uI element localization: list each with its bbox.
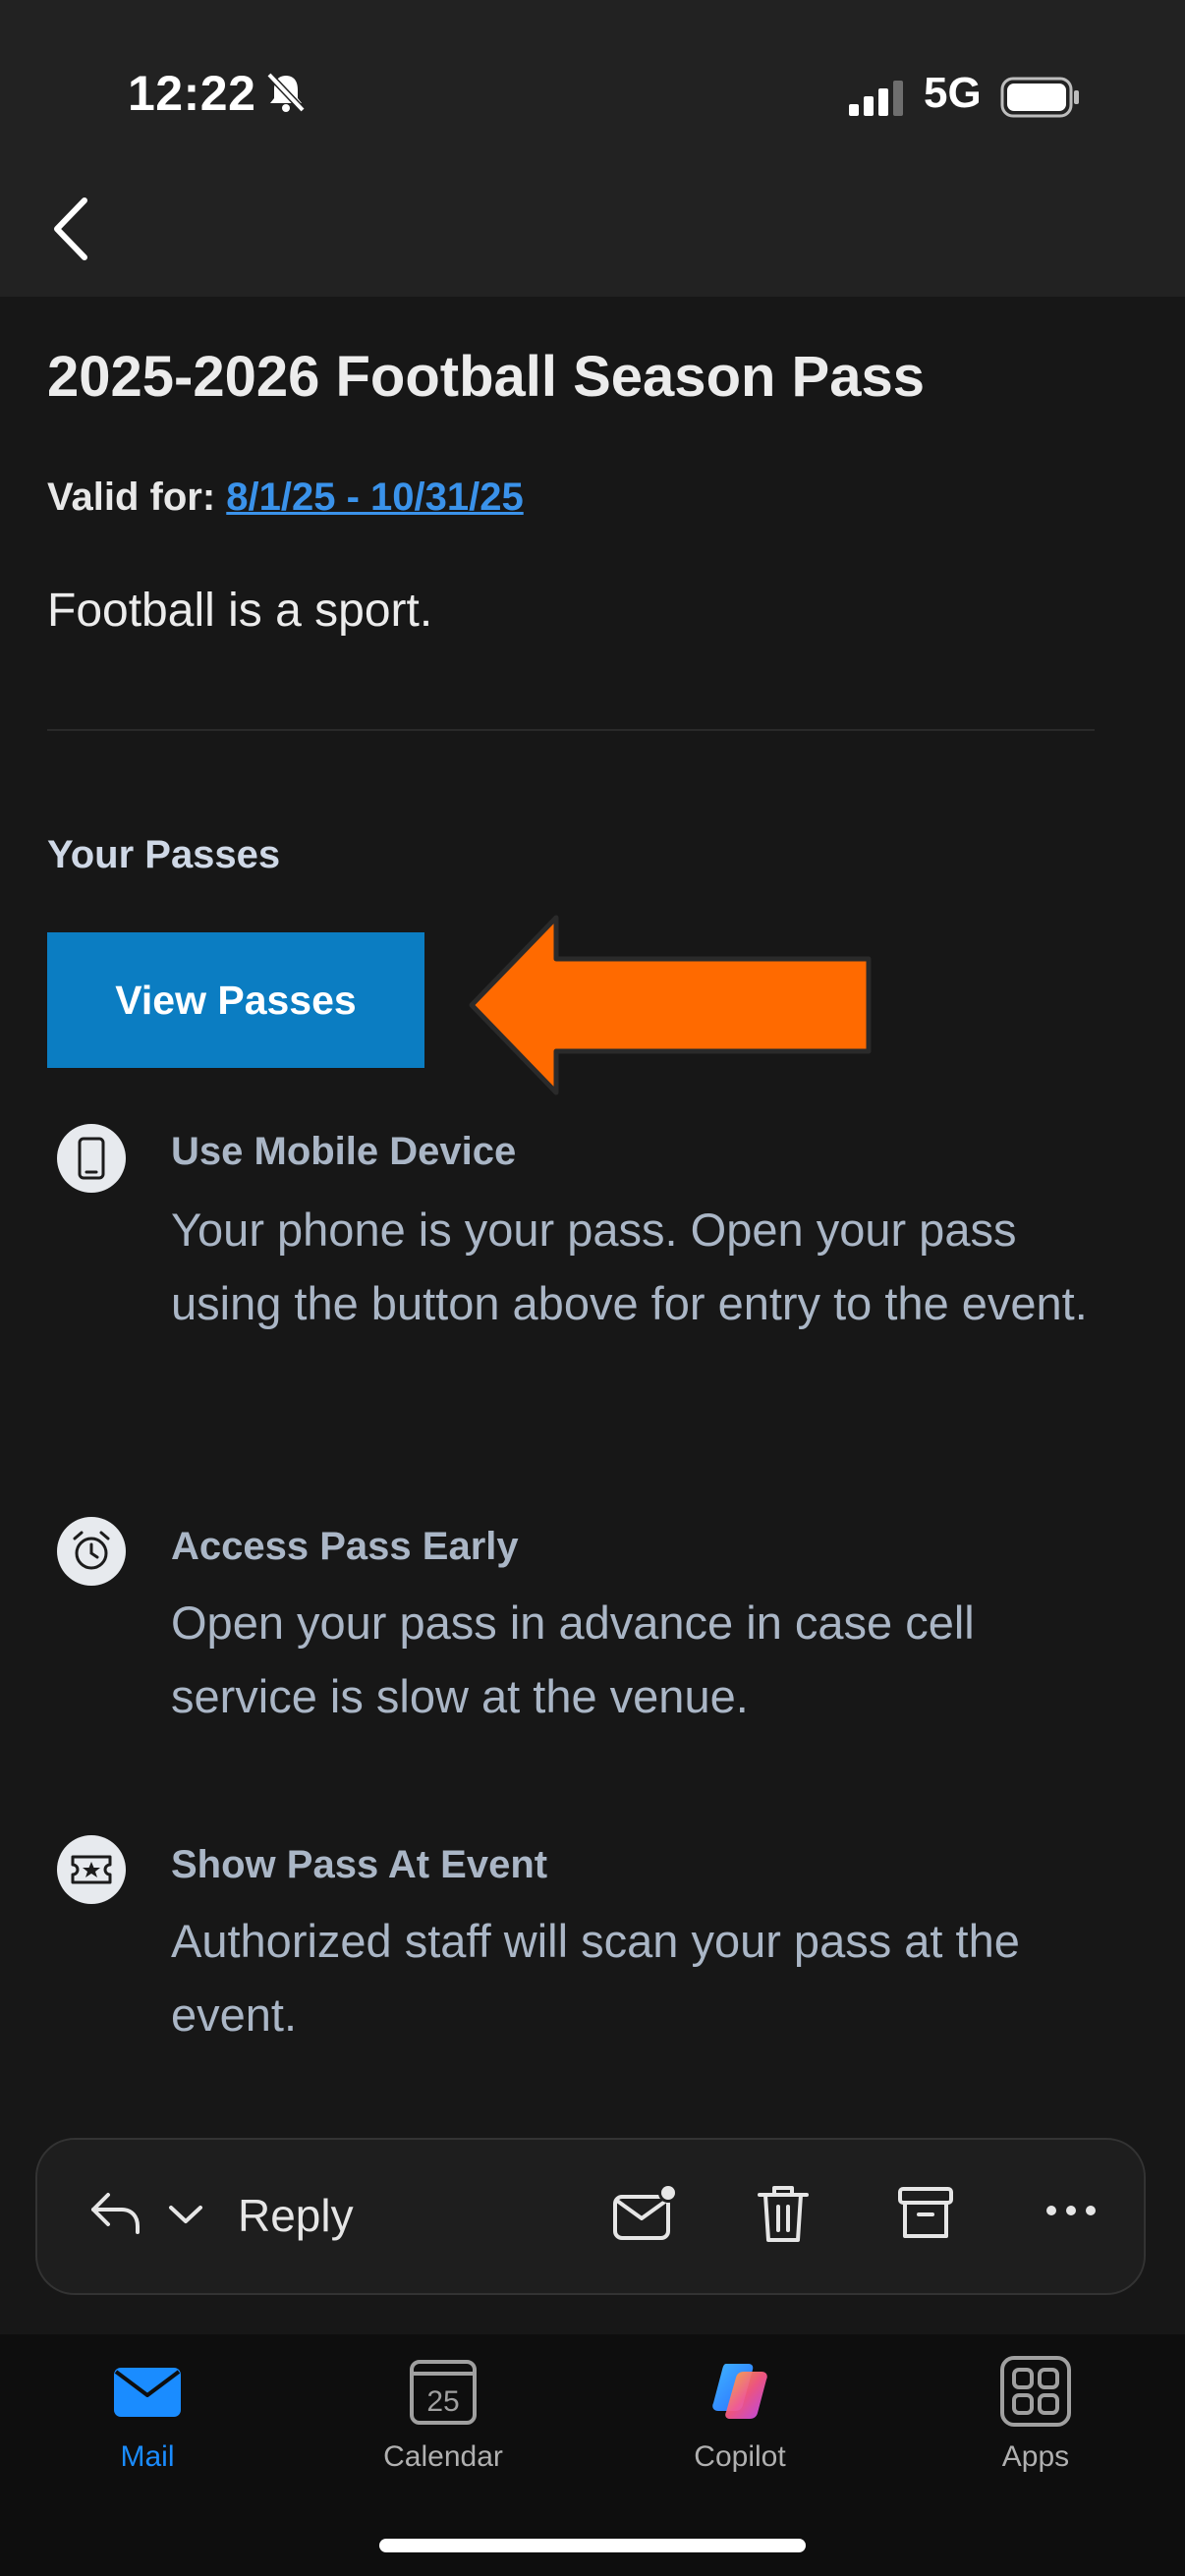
copilot-icon	[712, 2364, 767, 2419]
tab-label: Mail	[120, 2440, 175, 2473]
tab-label: Copilot	[694, 2440, 786, 2473]
tab-label: Calendar	[383, 2440, 503, 2473]
email-title: 2025-2026 Football Season Pass	[47, 345, 925, 409]
mail-icon	[114, 2368, 181, 2417]
header	[0, 0, 1185, 297]
item-body: Open your pass in advance in case cell s…	[171, 1596, 975, 1722]
calendar-date: 25	[426, 2385, 459, 2418]
battery-icon	[1000, 77, 1079, 118]
tab-copilot[interactable]: Copilot	[592, 2334, 887, 2521]
section-title: Your Passes	[47, 833, 281, 876]
tab-mail[interactable]: Mail	[0, 2334, 295, 2521]
reply-button[interactable]: Reply	[238, 2189, 354, 2242]
orange-arrow-icon	[469, 915, 872, 1095]
chevron-down-icon[interactable]	[167, 2203, 204, 2226]
item-heading: Use Mobile Device	[171, 1130, 517, 1173]
valid-label: Valid for:	[47, 476, 216, 519]
alarm-clock-icon	[57, 1517, 126, 1586]
item-body: Authorized staff will scan your pass at …	[171, 1915, 1020, 2041]
home-indicator[interactable]	[379, 2539, 806, 2552]
ticket-icon	[57, 1835, 126, 1904]
more-icon[interactable]	[1044, 2201, 1099, 2220]
tab-calendar[interactable]: 25 Calendar	[296, 2334, 591, 2521]
item-heading: Access Pass Early	[171, 1525, 519, 1568]
archive-icon[interactable]	[896, 2183, 955, 2244]
status-time: 12:22	[128, 66, 256, 121]
phone-icon	[57, 1124, 126, 1193]
valid-dates-link[interactable]: 8/1/25 - 10/31/25	[226, 476, 523, 519]
email-description: Football is a sport.	[47, 585, 433, 637]
mark-unread-icon[interactable]	[611, 2183, 678, 2244]
view-passes-button[interactable]: View Passes	[47, 932, 424, 1068]
network-type: 5G	[924, 69, 982, 117]
valid-dates-line: Valid for: 8/1/25 - 10/31/25	[47, 476, 524, 520]
calendar-icon: 25	[410, 2360, 477, 2425]
apps-grid-icon	[1000, 2356, 1071, 2427]
reply-arrow-icon[interactable]	[88, 2189, 143, 2238]
reply-bar: Reply	[35, 2138, 1146, 2295]
tab-apps[interactable]: Apps	[888, 2334, 1183, 2521]
tab-label: Apps	[1001, 2440, 1070, 2473]
cellular-signal-icon	[849, 81, 903, 116]
item-heading: Show Pass At Event	[171, 1843, 548, 1886]
trash-icon[interactable]	[755, 2183, 812, 2246]
back-chevron-icon[interactable]	[49, 195, 92, 263]
divider	[47, 729, 1095, 731]
item-body: Your phone is your pass. Open your pass …	[171, 1204, 1088, 1329]
bell-muted-icon	[266, 72, 306, 113]
